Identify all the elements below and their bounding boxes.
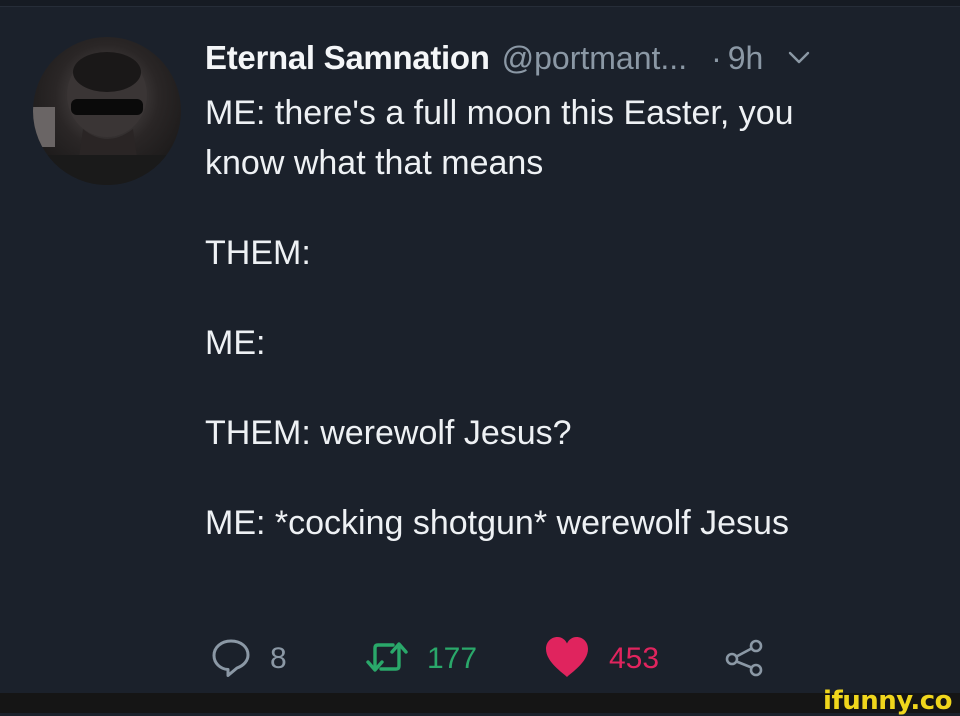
tweet-line: ME: there's a full moon this Easter, you: [205, 94, 794, 132]
separator-dot: ·: [711, 39, 722, 76]
tweet-line: THEM: werewolf Jesus?: [205, 414, 572, 452]
tweet-text: ME: there's a full moon this Easter, you…: [205, 88, 925, 548]
tweet-line: ME: *cocking shotgun* werewolf Jesus: [205, 504, 789, 542]
display-name[interactable]: Eternal Samnation: [205, 39, 490, 77]
user-handle[interactable]: @portmant...: [502, 40, 687, 77]
like-count: 453: [609, 642, 660, 675]
heart-icon: [543, 635, 591, 684]
tweet-actions: 8 177 453: [210, 636, 767, 682]
reply-icon: [210, 636, 252, 683]
retweet-count: 177: [427, 642, 478, 675]
tweet-header: Eternal Samnation @portmant... · 9h: [205, 36, 811, 80]
retweet-button[interactable]: 177: [365, 637, 543, 682]
top-divider: [0, 0, 960, 7]
share-button[interactable]: [723, 637, 767, 682]
bottom-bar: [0, 693, 960, 713]
share-icon: [723, 637, 767, 682]
retweet-icon: [365, 637, 409, 682]
like-button[interactable]: 453: [543, 635, 723, 684]
reply-button[interactable]: 8: [210, 636, 365, 683]
tweet-line: ME:: [205, 324, 266, 362]
tweet-line: THEM:: [205, 234, 311, 272]
timestamp[interactable]: 9h: [728, 40, 764, 77]
watermark: ifunny.co: [823, 686, 952, 716]
watermark-text: ifunny.co: [823, 686, 952, 716]
avatar[interactable]: [33, 37, 181, 185]
chevron-down-icon[interactable]: [787, 50, 811, 66]
tweet-line: know what that means: [205, 144, 544, 182]
reply-count: 8: [270, 642, 287, 675]
